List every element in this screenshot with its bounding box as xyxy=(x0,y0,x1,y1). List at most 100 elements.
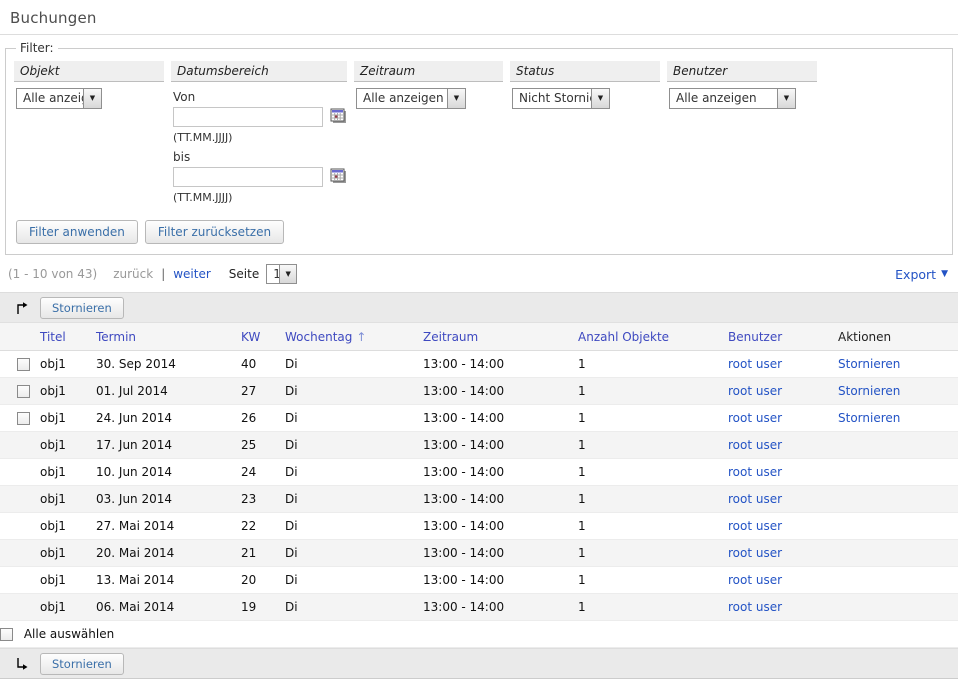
objekt-select-value: Alle anzeigen xyxy=(17,89,83,108)
cell-kw: 24 xyxy=(241,459,285,486)
user-link[interactable]: root user xyxy=(728,546,782,560)
dropdown-arrow-icon: ▼ xyxy=(447,89,465,108)
export-menu[interactable]: Export ▼ xyxy=(895,267,948,282)
reset-filter-button[interactable]: Filter zurücksetzen xyxy=(145,220,284,244)
row-checkbox[interactable] xyxy=(17,412,30,425)
user-link[interactable]: root user xyxy=(728,384,782,398)
column-header-kw[interactable]: KW xyxy=(241,323,285,351)
column-header-aktionen: Aktionen xyxy=(838,323,958,351)
cancel-booking-link[interactable]: Stornieren xyxy=(838,384,900,398)
cell-titel: obj1 xyxy=(40,594,96,621)
dropdown-arrow-icon: ▼ xyxy=(591,89,609,108)
table-row: obj1 13. Mai 2014 20 Di 13:00 - 14:00 1 … xyxy=(0,567,958,594)
filter-column-datumsbereich: Datumsbereich Von (TT.MM. xyxy=(171,61,347,210)
benutzer-select[interactable]: Alle anzeigen ▼ xyxy=(669,88,796,109)
select-all-checkbox[interactable] xyxy=(0,628,13,641)
cell-wochentag: Di xyxy=(285,594,423,621)
von-label: Von xyxy=(173,90,347,104)
user-link[interactable]: root user xyxy=(728,465,782,479)
cell-benutzer: root user xyxy=(728,513,838,540)
cell-aktionen xyxy=(838,567,958,594)
cell-aktionen: Stornieren xyxy=(838,351,958,378)
column-header-benutzer[interactable]: Benutzer xyxy=(728,323,838,351)
status-select[interactable]: Nicht Storniert ▼ xyxy=(512,88,610,109)
cell-wochentag: Di xyxy=(285,567,423,594)
cell-termin: 20. Mai 2014 xyxy=(96,540,241,567)
cell-aktionen xyxy=(838,540,958,567)
user-link[interactable]: root user xyxy=(728,573,782,587)
cell-aktionen xyxy=(838,513,958,540)
sort-ascending-icon: ↑ xyxy=(356,330,366,344)
column-header-zeitraum[interactable]: Zeitraum xyxy=(423,323,578,351)
cell-kw: 19 xyxy=(241,594,285,621)
objekt-select[interactable]: Alle anzeigen ▼ xyxy=(16,88,102,109)
cell-termin: 30. Sep 2014 xyxy=(96,351,241,378)
column-header-titel[interactable]: Titel xyxy=(40,323,96,351)
row-checkbox[interactable] xyxy=(17,358,30,371)
user-link[interactable]: root user xyxy=(728,600,782,614)
cell-anzahl-objekte: 1 xyxy=(578,378,728,405)
cell-benutzer: root user xyxy=(728,351,838,378)
cell-wochentag: Di xyxy=(285,513,423,540)
page-select[interactable]: 1 ▼ xyxy=(266,264,297,284)
cell-titel: obj1 xyxy=(40,351,96,378)
bookings-table: Titel Termin KW Wochentag↑ Zeitraum Anza… xyxy=(0,323,958,648)
cell-kw: 26 xyxy=(241,405,285,432)
cell-anzahl-objekte: 1 xyxy=(578,567,728,594)
user-link[interactable]: root user xyxy=(728,519,782,533)
user-link[interactable]: root user xyxy=(728,357,782,371)
von-calendar-icon[interactable] xyxy=(330,108,348,125)
von-date-input[interactable] xyxy=(173,107,323,127)
cell-wochentag: Di xyxy=(285,486,423,513)
table-row: obj1 20. Mai 2014 21 Di 13:00 - 14:00 1 … xyxy=(0,540,958,567)
bis-calendar-icon[interactable] xyxy=(330,168,348,185)
header-checkbox-spacer xyxy=(0,323,40,351)
cell-termin: 10. Jun 2014 xyxy=(96,459,241,486)
apply-to-selection-up-icon xyxy=(14,300,30,316)
row-checkbox[interactable] xyxy=(17,385,30,398)
column-header-termin[interactable]: Termin xyxy=(96,323,241,351)
cell-kw: 40 xyxy=(241,351,285,378)
cell-wochentag: Di xyxy=(285,432,423,459)
cell-kw: 27 xyxy=(241,378,285,405)
cell-anzahl-objekte: 1 xyxy=(578,351,728,378)
cell-termin: 06. Mai 2014 xyxy=(96,594,241,621)
zeitraum-column-label: Zeitraum xyxy=(354,61,503,82)
cell-zeitraum: 13:00 - 14:00 xyxy=(423,351,578,378)
status-column-label: Status xyxy=(510,61,660,82)
filter-column-zeitraum: Zeitraum Alle anzeigen ▼ xyxy=(354,61,503,210)
column-header-wochentag[interactable]: Wochentag↑ xyxy=(285,323,423,351)
cell-zeitraum: 13:00 - 14:00 xyxy=(423,432,578,459)
apply-filter-button[interactable]: Filter anwenden xyxy=(16,220,138,244)
cell-wochentag: Di xyxy=(285,378,423,405)
cancel-selected-bottom-button[interactable]: Stornieren xyxy=(40,653,124,675)
pagination-bar: (1 - 10 von 43) zurück | weiter Seite 1 … xyxy=(0,255,958,292)
cell-anzahl-objekte: 1 xyxy=(578,459,728,486)
bis-date-input[interactable] xyxy=(173,167,323,187)
table-row: obj1 03. Jun 2014 23 Di 13:00 - 14:00 1 … xyxy=(0,486,958,513)
zeitraum-select[interactable]: Alle anzeigen ▼ xyxy=(356,88,466,109)
cell-titel: obj1 xyxy=(40,378,96,405)
table-header-row: Titel Termin KW Wochentag↑ Zeitraum Anza… xyxy=(0,323,958,351)
result-range: (1 - 10 von 43) xyxy=(8,267,97,281)
filter-columns: Objekt Alle anzeigen ▼ Datumsbereich Von xyxy=(14,61,944,210)
previous-page-link[interactable]: zurück xyxy=(113,267,153,281)
next-page-link[interactable]: weiter xyxy=(173,267,211,281)
von-format-hint: (TT.MM.JJJJ) xyxy=(173,131,347,144)
table-row: obj1 17. Jun 2014 25 Di 13:00 - 14:00 1 … xyxy=(0,432,958,459)
cell-benutzer: root user xyxy=(728,378,838,405)
cell-wochentag: Di xyxy=(285,459,423,486)
grid-toolbar-top: Stornieren xyxy=(0,292,958,323)
cancel-booking-link[interactable]: Stornieren xyxy=(838,411,900,425)
cell-zeitraum: 13:00 - 14:00 xyxy=(423,405,578,432)
filter-panel: Filter: Objekt Alle anzeigen ▼ Datumsber… xyxy=(5,41,953,255)
cancel-booking-link[interactable]: Stornieren xyxy=(838,357,900,371)
cell-anzahl-objekte: 1 xyxy=(578,486,728,513)
user-link[interactable]: root user xyxy=(728,492,782,506)
column-header-anzahl-objekte[interactable]: Anzahl Objekte xyxy=(578,323,728,351)
user-link[interactable]: root user xyxy=(728,438,782,452)
cancel-selected-top-button[interactable]: Stornieren xyxy=(40,297,124,319)
user-link[interactable]: root user xyxy=(728,411,782,425)
filter-legend: Filter: xyxy=(16,41,58,55)
cell-termin: 01. Jul 2014 xyxy=(96,378,241,405)
